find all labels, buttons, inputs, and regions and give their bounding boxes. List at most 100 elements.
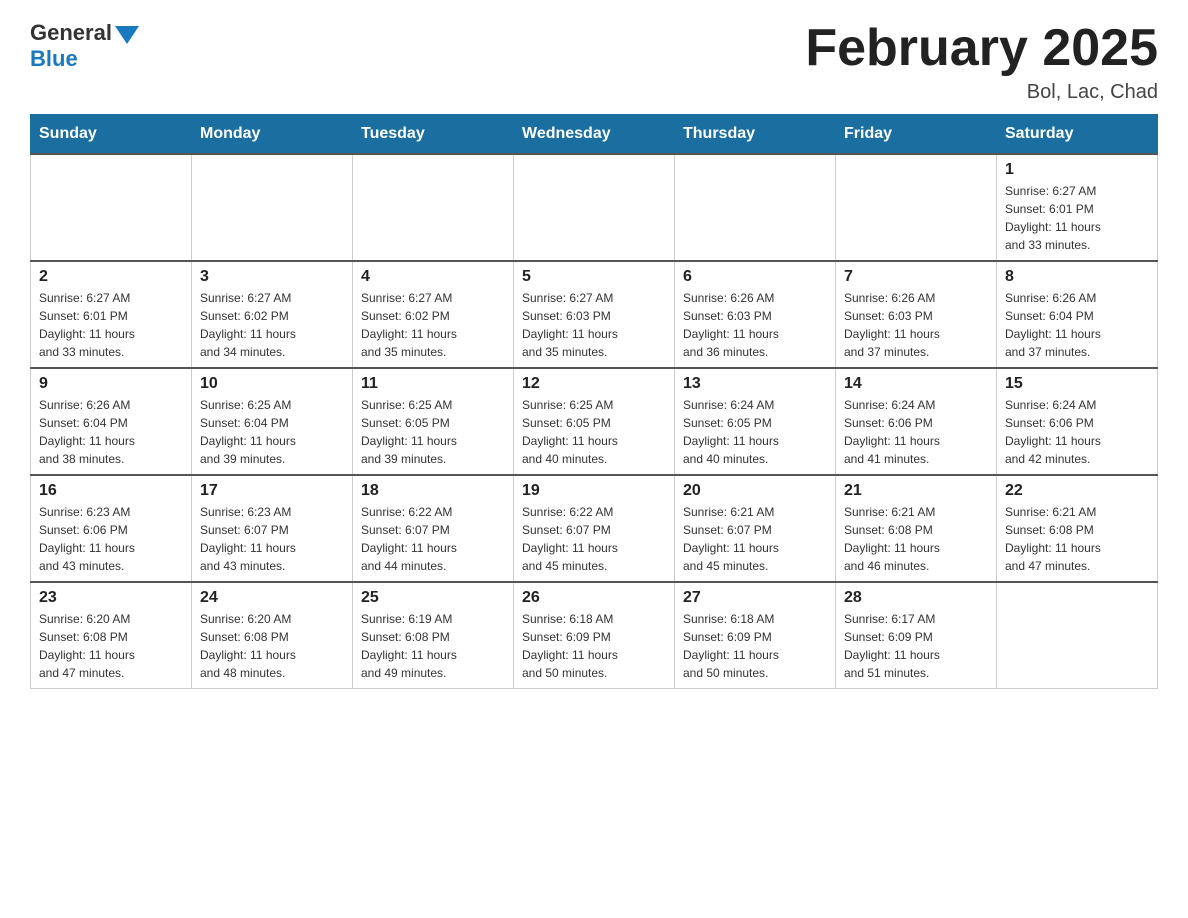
day-info: Sunrise: 6:22 AM Sunset: 6:07 PM Dayligh… [522,503,666,575]
calendar-cell: 18 Sunrise: 6:22 AM Sunset: 6:07 PM Dayli… [353,475,514,582]
day-number: 12 [522,375,666,393]
calendar-cell: 8 Sunrise: 6:26 AM Sunset: 6:04 PM Daylig… [997,261,1158,368]
calendar-cell: 13 Sunrise: 6:24 AM Sunset: 6:05 PM Dayli… [675,368,836,475]
day-info: Sunrise: 6:21 AM Sunset: 6:07 PM Dayligh… [683,503,827,575]
title-area: February 2025 Bol, Lac, Chad [805,20,1158,104]
calendar-cell: 3 Sunrise: 6:27 AM Sunset: 6:02 PM Daylig… [192,261,353,368]
calendar-cell: 24Sunrise: 6:20 AM Sunset: 6:08 PM Dayli… [192,582,353,689]
day-number: 6 [683,268,827,286]
day-info: Sunrise: 6:26 AM Sunset: 6:04 PM Dayligh… [39,396,183,468]
day-info: Sunrise: 6:22 AM Sunset: 6:07 PM Dayligh… [361,503,505,575]
day-number: 23 [39,589,183,607]
day-info: Sunrise: 6:23 AM Sunset: 6:06 PM Dayligh… [39,503,183,575]
calendar-cell: 19 Sunrise: 6:22 AM Sunset: 6:07 PM Dayli… [514,475,675,582]
calendar-week-4: 16 Sunrise: 6:23 AM Sunset: 6:06 PM Dayli… [31,475,1158,582]
day-info: Sunrise: 6:21 AM Sunset: 6:08 PM Dayligh… [1005,503,1149,575]
day-info: Sunrise: 6:20 AM Sunset: 6:08 PM Dayligh… [39,610,183,682]
calendar-cell: 1Sunrise: 6:27 AM Sunset: 6:01 PM Daylig… [997,154,1158,261]
day-number: 16 [39,482,183,500]
day-number: 25 [361,589,505,607]
day-info: Sunrise: 6:26 AM Sunset: 6:03 PM Dayligh… [844,289,988,361]
calendar-header: SundayMondayTuesdayWednesdayThursdayFrid… [31,115,1158,155]
day-header-wednesday: Wednesday [514,115,675,155]
day-number: 18 [361,482,505,500]
day-info: Sunrise: 6:25 AM Sunset: 6:04 PM Dayligh… [200,396,344,468]
day-header-monday: Monday [192,115,353,155]
logo-blue-text: Blue [30,46,78,72]
calendar-cell [353,154,514,261]
day-info: Sunrise: 6:25 AM Sunset: 6:05 PM Dayligh… [361,396,505,468]
calendar-cell [836,154,997,261]
day-number: 7 [844,268,988,286]
day-info: Sunrise: 6:24 AM Sunset: 6:06 PM Dayligh… [1005,396,1149,468]
calendar-cell [997,582,1158,689]
calendar-cell: 15 Sunrise: 6:24 AM Sunset: 6:06 PM Dayli… [997,368,1158,475]
day-info: Sunrise: 6:26 AM Sunset: 6:03 PM Dayligh… [683,289,827,361]
logo: General Blue [30,20,142,72]
days-of-week-row: SundayMondayTuesdayWednesdayThursdayFrid… [31,115,1158,155]
day-info: Sunrise: 6:24 AM Sunset: 6:06 PM Dayligh… [844,396,988,468]
day-info: Sunrise: 6:25 AM Sunset: 6:05 PM Dayligh… [522,396,666,468]
day-header-sunday: Sunday [31,115,192,155]
day-info: Sunrise: 6:27 AM Sunset: 6:03 PM Dayligh… [522,289,666,361]
day-number: 1 [1005,161,1149,179]
calendar-cell: 5 Sunrise: 6:27 AM Sunset: 6:03 PM Daylig… [514,261,675,368]
day-number: 21 [844,482,988,500]
day-number: 27 [683,589,827,607]
day-number: 8 [1005,268,1149,286]
day-number: 13 [683,375,827,393]
day-number: 22 [1005,482,1149,500]
day-number: 14 [844,375,988,393]
day-info: Sunrise: 6:18 AM Sunset: 6:09 PM Dayligh… [683,610,827,682]
day-number: 10 [200,375,344,393]
day-header-friday: Friday [836,115,997,155]
day-number: 20 [683,482,827,500]
calendar-body: 1Sunrise: 6:27 AM Sunset: 6:01 PM Daylig… [31,154,1158,689]
day-info: Sunrise: 6:26 AM Sunset: 6:04 PM Dayligh… [1005,289,1149,361]
calendar-cell: 27 Sunrise: 6:18 AM Sunset: 6:09 PM Dayli… [675,582,836,689]
calendar-cell: 25 Sunrise: 6:19 AM Sunset: 6:08 PM Dayli… [353,582,514,689]
calendar-cell [31,154,192,261]
calendar-cell: 23 Sunrise: 6:20 AM Sunset: 6:08 PM Dayli… [31,582,192,689]
calendar-cell: 11 Sunrise: 6:25 AM Sunset: 6:05 PM Dayli… [353,368,514,475]
day-number: 5 [522,268,666,286]
calendar-cell [514,154,675,261]
day-info: Sunrise: 6:27 AM Sunset: 6:02 PM Dayligh… [200,289,344,361]
day-info: Sunrise: 6:18 AM Sunset: 6:09 PM Dayligh… [522,610,666,682]
day-info: Sunrise: 6:17 AM Sunset: 6:09 PM Dayligh… [844,610,988,682]
day-info: Sunrise: 6:19 AM Sunset: 6:08 PM Dayligh… [361,610,505,682]
calendar-week-5: 23 Sunrise: 6:20 AM Sunset: 6:08 PM Dayli… [31,582,1158,689]
calendar-subtitle: Bol, Lac, Chad [805,81,1158,104]
day-number: 24 [200,589,344,607]
day-header-tuesday: Tuesday [353,115,514,155]
calendar-cell: 22 Sunrise: 6:21 AM Sunset: 6:08 PM Dayli… [997,475,1158,582]
calendar-cell: 20 Sunrise: 6:21 AM Sunset: 6:07 PM Dayli… [675,475,836,582]
calendar-cell: 14 Sunrise: 6:24 AM Sunset: 6:06 PM Dayli… [836,368,997,475]
calendar-cell [192,154,353,261]
day-number: 19 [522,482,666,500]
day-header-saturday: Saturday [997,115,1158,155]
calendar-cell: 16 Sunrise: 6:23 AM Sunset: 6:06 PM Dayli… [31,475,192,582]
calendar-cell: 12 Sunrise: 6:25 AM Sunset: 6:05 PM Dayli… [514,368,675,475]
day-number: 11 [361,375,505,393]
day-info: Sunrise: 6:23 AM Sunset: 6:07 PM Dayligh… [200,503,344,575]
day-number: 15 [1005,375,1149,393]
day-number: 3 [200,268,344,286]
calendar-cell: 4 Sunrise: 6:27 AM Sunset: 6:02 PM Daylig… [353,261,514,368]
day-number: 4 [361,268,505,286]
calendar-cell: 7 Sunrise: 6:26 AM Sunset: 6:03 PM Daylig… [836,261,997,368]
calendar-cell: 28Sunrise: 6:17 AM Sunset: 6:09 PM Dayli… [836,582,997,689]
calendar-week-1: 1Sunrise: 6:27 AM Sunset: 6:01 PM Daylig… [31,154,1158,261]
day-info: Sunrise: 6:21 AM Sunset: 6:08 PM Dayligh… [844,503,988,575]
logo-triangle-icon [115,26,139,44]
day-info: Sunrise: 6:24 AM Sunset: 6:05 PM Dayligh… [683,396,827,468]
calendar-cell: 17 Sunrise: 6:23 AM Sunset: 6:07 PM Dayli… [192,475,353,582]
day-info: Sunrise: 6:27 AM Sunset: 6:02 PM Dayligh… [361,289,505,361]
calendar-cell: 6 Sunrise: 6:26 AM Sunset: 6:03 PM Daylig… [675,261,836,368]
page-header: General Blue February 2025 Bol, Lac, Cha… [30,20,1158,104]
day-number: 26 [522,589,666,607]
day-number: 17 [200,482,344,500]
day-number: 9 [39,375,183,393]
calendar-week-2: 2Sunrise: 6:27 AM Sunset: 6:01 PM Daylig… [31,261,1158,368]
calendar-cell: 9 Sunrise: 6:26 AM Sunset: 6:04 PM Daylig… [31,368,192,475]
